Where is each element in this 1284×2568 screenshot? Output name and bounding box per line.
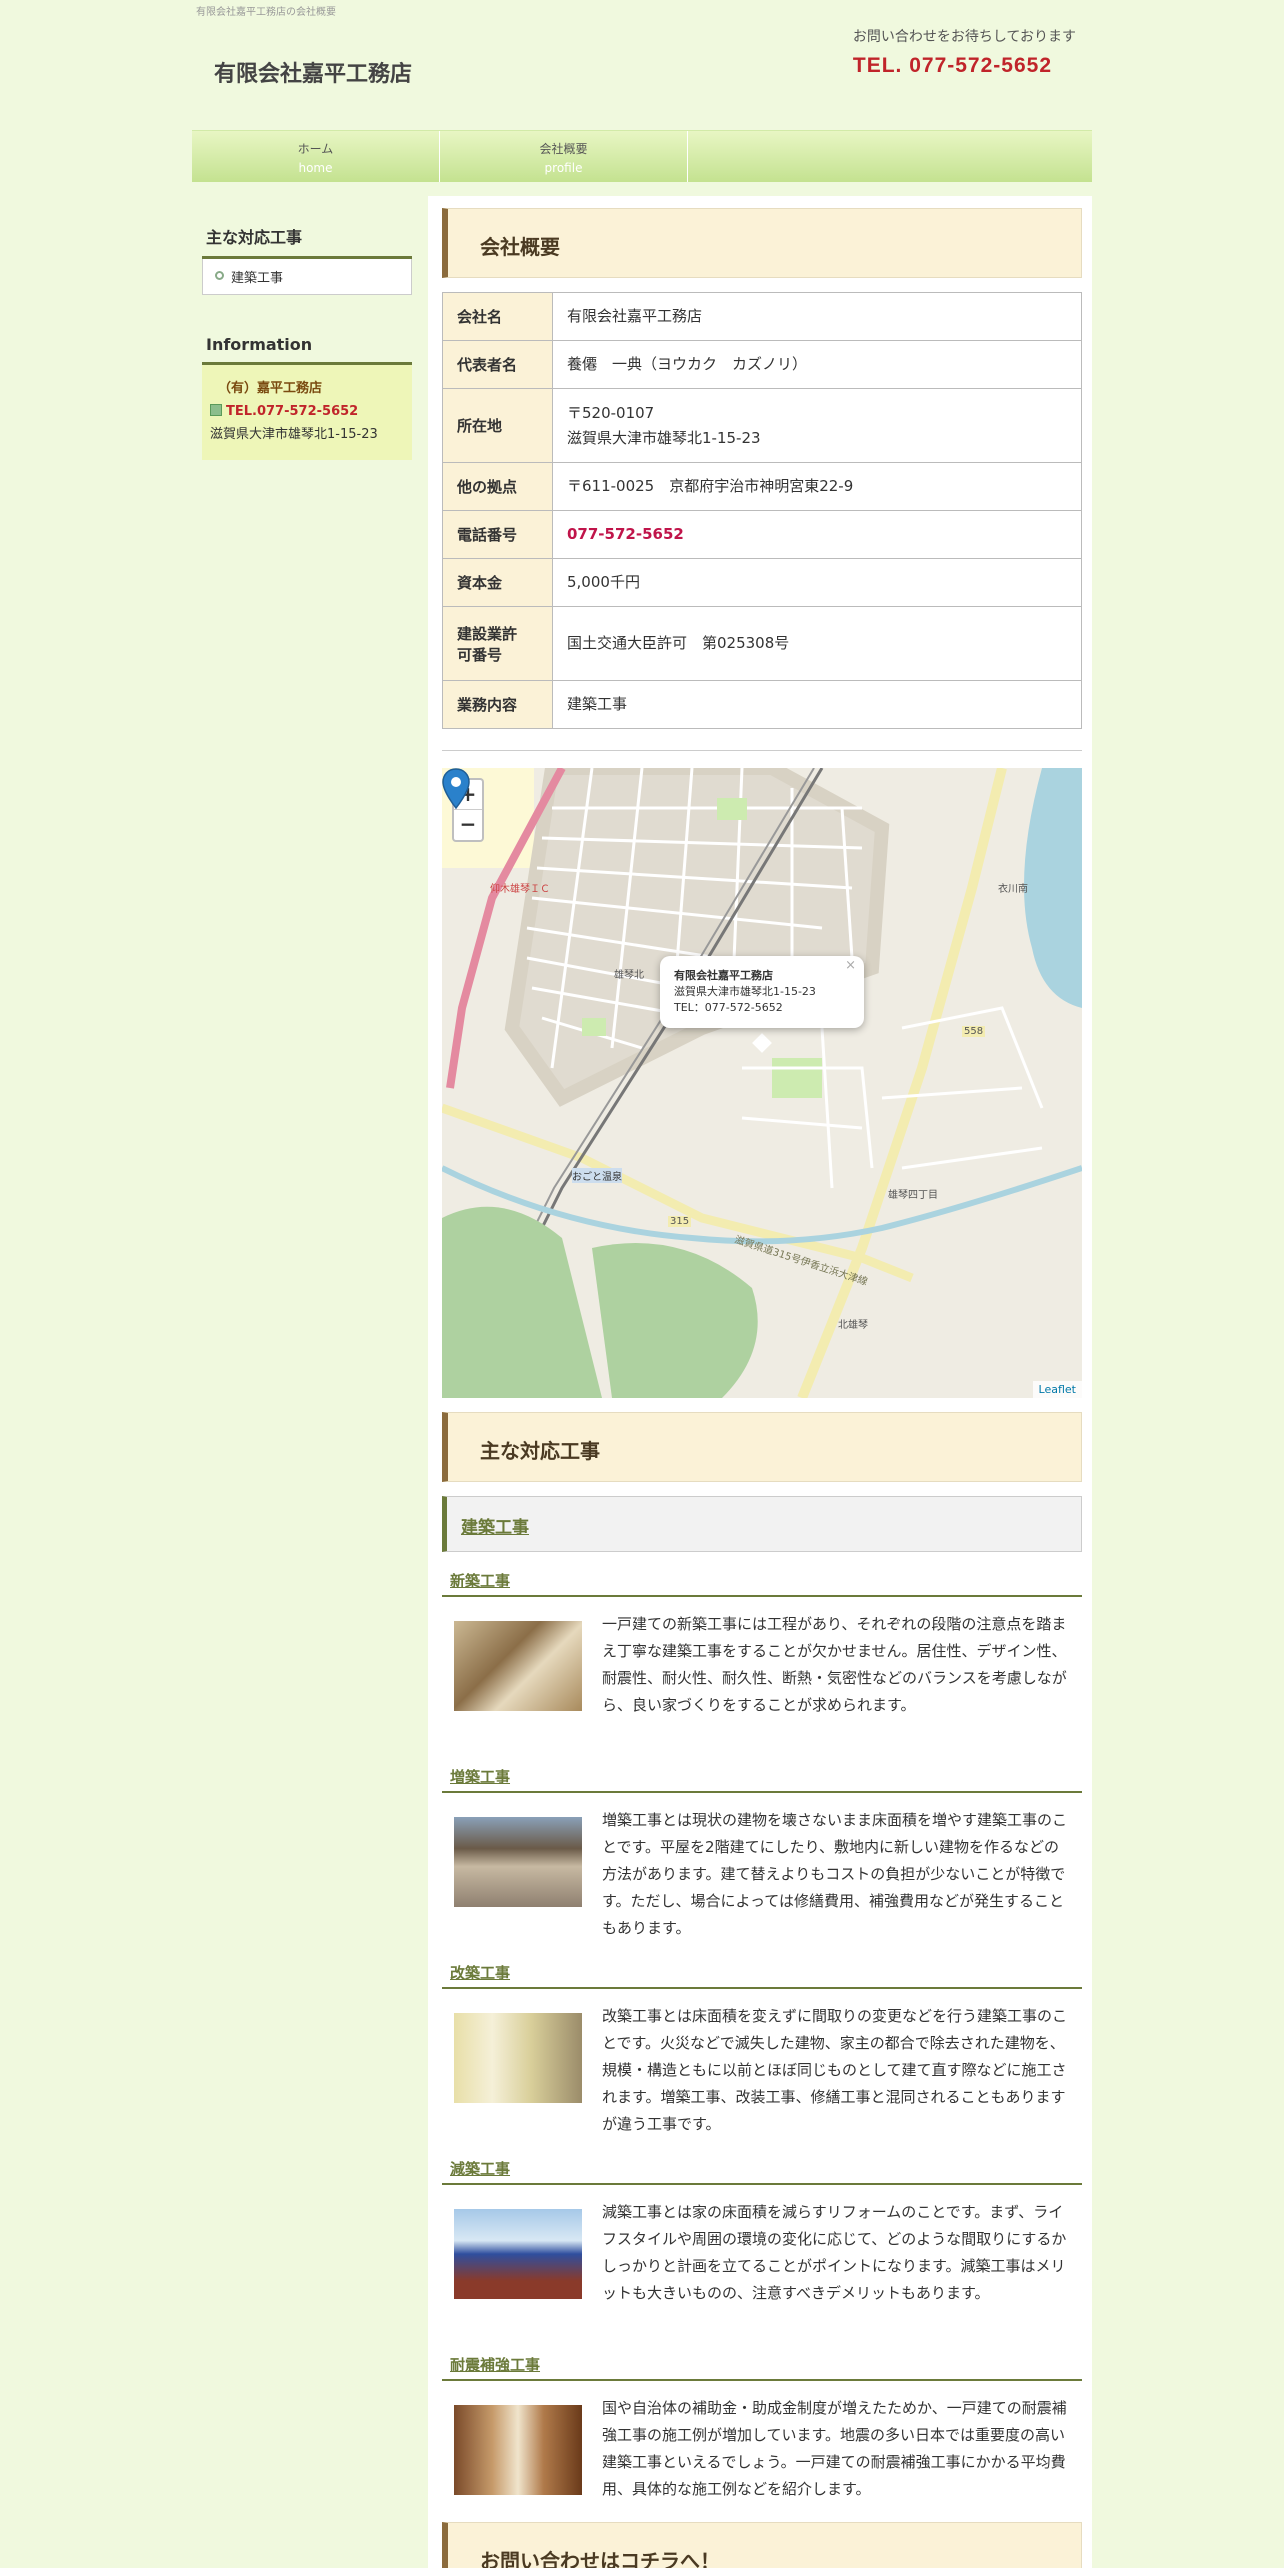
map-marker-icon[interactable]	[442, 768, 470, 810]
work-title[interactable]: 増築工事	[442, 1766, 1082, 1793]
row-value: 有限会社嘉平工務店	[552, 292, 1082, 341]
work-item: 新築工事 一戸建ての新築工事には工程があり、それぞれの段階の注意点を踏まえ丁寧な…	[442, 1570, 1082, 1719]
circle-bullet-icon	[215, 271, 224, 280]
sidebar-info: Information （有）嘉平工務店 TEL.077-572-5652 滋賀…	[202, 331, 412, 460]
row-label: 資本金	[442, 558, 553, 607]
nav-profile-label: 会社概要	[539, 142, 588, 156]
popup-tel: TEL：077-572-5652	[674, 1001, 783, 1014]
map-attribution[interactable]: Leaflet	[1032, 1381, 1082, 1398]
map-label-ic: 仰木雄琴ＩＣ	[490, 884, 550, 895]
table-row: 他の拠点 〒611-0025 京都府宇治市神明宮東22-9	[442, 462, 1082, 511]
sidebar-menu-heading: 主な対応工事	[202, 220, 412, 259]
sidebar-info-heading: Information	[202, 331, 412, 365]
row-value: 5,000千円	[552, 558, 1082, 607]
nav-home-sub: home	[298, 161, 333, 175]
row-label: 所在地	[442, 388, 553, 463]
work-text: 国や自治体の補助金・助成金制度が増えたためか、一戸建ての耐震補強工事の施工例が増…	[602, 2399, 1067, 2498]
work-text: 減築工事とは家の床面積を減らすリフォームのことです。まず、ライフスタイルや周囲の…	[602, 2203, 1067, 2302]
row-value: 〒611-0025 京都府宇治市神明宮東22-9	[552, 462, 1082, 511]
row-label-line1: 建設業許	[457, 624, 518, 643]
postal-code: 〒520-0107	[567, 403, 655, 422]
popup-title: 有限会社嘉平工務店	[674, 969, 773, 982]
table-row: 業務内容 建築工事	[442, 680, 1082, 729]
zoom-out-button[interactable]: −	[454, 810, 482, 840]
divider	[442, 750, 1082, 751]
work-item: 増築工事 増築工事とは現状の建物を壊さないまま床面積を増やす建築工事のことです。…	[442, 1766, 1082, 1942]
work-image	[454, 2405, 582, 2495]
work-image	[454, 1621, 582, 1711]
work-item: 減築工事 減築工事とは家の床面積を減らすリフォームのことです。まず、ライフスタイ…	[442, 2158, 1082, 2307]
row-label: 電話番号	[442, 510, 553, 559]
company-heading: 会社概要	[442, 208, 1082, 278]
table-row: 代表者名 養僊 一典（ヨウカク カズノリ）	[442, 340, 1082, 389]
map-popup: × 有限会社嘉平工務店 滋賀県大津市雄琴北1-15-23 TEL：077-572…	[660, 956, 864, 1028]
nav-home[interactable]: ホーム home	[192, 131, 440, 182]
work-title[interactable]: 新築工事	[442, 1570, 1082, 1597]
row-label: 建設業許 可番号	[442, 606, 553, 681]
row-value: 建築工事	[552, 680, 1082, 729]
row-label: 他の拠点	[442, 462, 553, 511]
main-content: 会社概要 会社名 有限会社嘉平工務店 代表者名 養僊 一典（ヨウカク カズノリ） 所…	[428, 196, 1092, 2568]
popup-close-button[interactable]: ×	[845, 958, 856, 974]
map-label-route315: 315	[668, 1216, 692, 1227]
work-image	[454, 2013, 582, 2103]
table-row: 資本金 5,000千円	[442, 558, 1082, 607]
map-label-route558: 558	[962, 1026, 986, 1037]
nav-profile-sub: profile	[544, 161, 583, 175]
row-value: 養僊 一典（ヨウカク カズノリ）	[552, 340, 1082, 389]
sidebar: 主な対応工事 建築工事 Information （有）嘉平工務店 TEL.077…	[202, 220, 412, 460]
map-label-4chome: 雄琴四丁目	[888, 1190, 938, 1201]
sidebar-item-construction[interactable]: 建築工事	[202, 259, 412, 295]
info-box: （有）嘉平工務店 TEL.077-572-5652 滋賀県大津市雄琴北1-15-…	[202, 365, 412, 460]
row-label: 業務内容	[442, 680, 553, 729]
work-text: 増築工事とは現状の建物を壊さないまま床面積を増やす建築工事のことです。平屋を2階…	[602, 1811, 1068, 1937]
table-row: 建設業許 可番号 国土交通大臣許可 第025308号	[442, 606, 1082, 681]
work-text: 一戸建ての新築工事には工程があり、それぞれの段階の注意点を踏まえ丁寧な建築工事を…	[602, 1615, 1067, 1714]
nav-profile[interactable]: 会社概要 profile	[440, 131, 688, 182]
global-nav: ホーム home 会社概要 profile	[192, 130, 1092, 182]
info-company-name: （有）嘉平工務店	[218, 381, 323, 396]
table-row: 会社名 有限会社嘉平工務店	[442, 292, 1082, 341]
header-phone[interactable]: TEL. 077-572-5652	[853, 54, 1052, 78]
row-value: 〒520-0107 滋賀県大津市雄琴北1-15-23	[552, 388, 1082, 463]
phone-link[interactable]: 077-572-5652	[552, 510, 1082, 559]
phone-icon	[210, 404, 222, 416]
nav-home-label: ホーム	[297, 142, 334, 156]
address: 滋賀県大津市雄琴北1-15-23	[567, 428, 761, 447]
company-info-table: 会社名 有限会社嘉平工務店 代表者名 養僊 一典（ヨウカク カズノリ） 所在地 〒52…	[442, 292, 1082, 729]
map-tiles	[442, 768, 1082, 1398]
work-title[interactable]: 改築工事	[442, 1962, 1082, 1989]
info-phone-text: TEL.077-572-5652	[226, 404, 359, 419]
work-image	[454, 1817, 582, 1907]
contact-note: お問い合わせをお待ちしております	[852, 29, 1076, 45]
row-label: 会社名	[442, 292, 553, 341]
location-map[interactable]: 仰木雄琴ＩＣ 雄琴北 おごと温泉 雄琴四丁目 北雄琴 衣川南 315 558 滋…	[442, 768, 1082, 1398]
info-address: 滋賀県大津市雄琴北1-15-23	[210, 427, 378, 442]
work-item: 耐震補強工事 国や自治体の補助金・助成金制度が増えたためか、一戸建ての耐震補強工…	[442, 2354, 1082, 2503]
table-row: 所在地 〒520-0107 滋賀県大津市雄琴北1-15-23	[442, 388, 1082, 463]
work-title[interactable]: 耐震補強工事	[442, 2354, 1082, 2381]
work-text: 改築工事とは床面積を変えずに間取りの変更などを行う建築工事のことです。火災などで…	[602, 2007, 1068, 2133]
site-title[interactable]: 有限会社嘉平工務店	[214, 56, 412, 88]
table-row: 電話番号 077-572-5652	[442, 510, 1082, 559]
row-label-line2: 可番号	[457, 645, 503, 664]
info-phone[interactable]: TEL.077-572-5652	[210, 400, 404, 423]
contact-heading: お問い合わせはコチラへ！	[442, 2522, 1082, 2568]
work-item: 改築工事 改築工事とは床面積を変えずに間取りの変更などを行う建築工事のことです。…	[442, 1962, 1082, 2138]
works-sub-link[interactable]: 建築工事	[461, 1518, 529, 1538]
row-value: 国土交通大臣許可 第025308号	[552, 606, 1082, 681]
map-label-kita-ogoto: 北雄琴	[838, 1320, 868, 1331]
map-label-station: おごと温泉	[572, 1168, 622, 1183]
sidebar-item-label: 建築工事	[231, 271, 284, 286]
works-heading: 主な対応工事	[442, 1412, 1082, 1482]
works-sub-heading: 建築工事	[442, 1496, 1082, 1552]
site-tagline: 有限会社嘉平工務店の会社概要	[196, 7, 336, 18]
map-label-kinugawa: 衣川南	[998, 884, 1028, 895]
popup-address: 滋賀県大津市雄琴北1-15-23	[674, 985, 816, 998]
row-label: 代表者名	[442, 340, 553, 389]
work-image	[454, 2209, 582, 2299]
work-title[interactable]: 減築工事	[442, 2158, 1082, 2185]
map-label-ogotokita: 雄琴北	[614, 970, 644, 981]
